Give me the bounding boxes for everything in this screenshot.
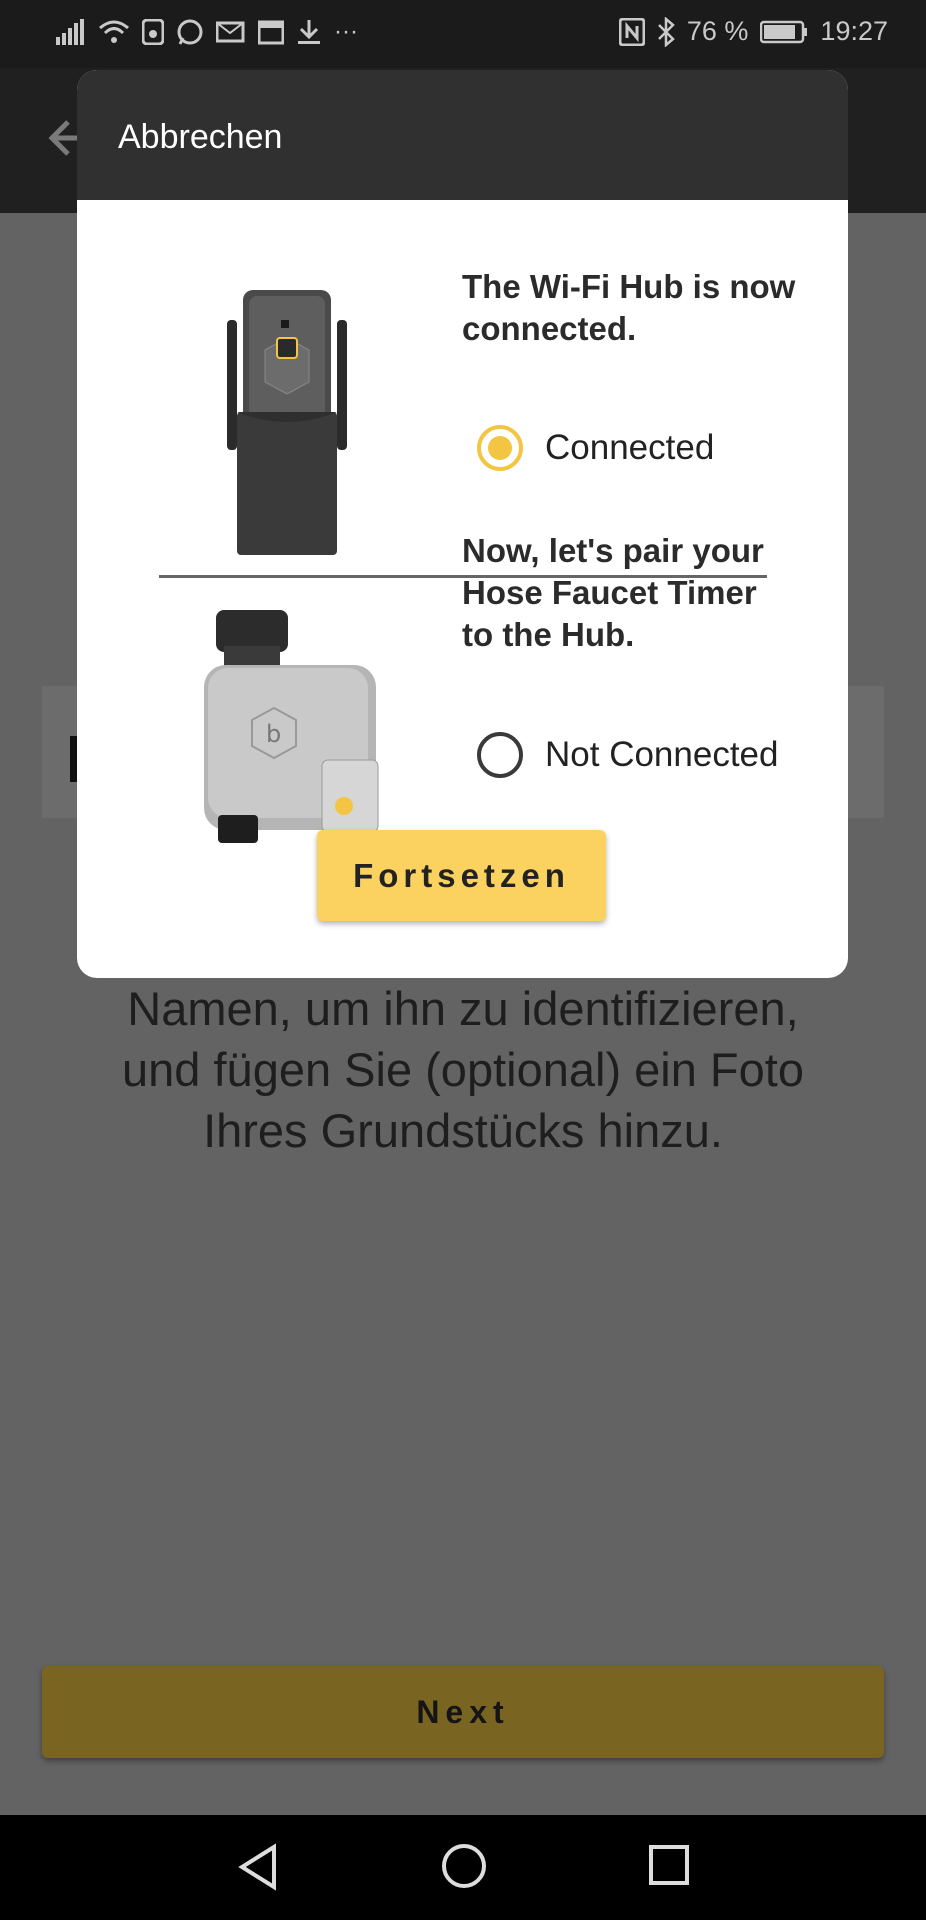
dialog-header: Abbrechen xyxy=(77,70,848,200)
cancel-button[interactable]: Abbrechen xyxy=(118,118,282,157)
battery-icon xyxy=(760,20,808,43)
timer-pair-title: Now, let's pair your Hose Faucet Timer t… xyxy=(462,530,822,656)
battery-percent: 76 % xyxy=(686,16,749,46)
timer-title-line-1: Now, let's pair your xyxy=(462,532,764,569)
status-system-icons: 76 % 19:27 xyxy=(618,16,888,47)
wifi-hub-image xyxy=(227,290,347,555)
status-bar: ··· 76 % 19:27 xyxy=(0,0,926,68)
wifi-icon xyxy=(99,20,129,43)
bluetooth-icon xyxy=(657,16,675,47)
nav-back-icon[interactable] xyxy=(236,1843,280,1891)
background-instructions: Namen, um ihn zu identifizieren, und füg… xyxy=(0,978,926,1161)
system-navigation-bar xyxy=(0,1815,926,1920)
hub-title-line-2: connected. xyxy=(462,310,637,347)
hub-status-radio xyxy=(477,425,523,471)
nav-home-icon[interactable] xyxy=(441,1843,487,1889)
timer-title-line-2: Hose Faucet Timer xyxy=(462,574,757,611)
download-icon xyxy=(298,20,320,44)
nav-recents-icon[interactable] xyxy=(649,1845,689,1885)
whatsapp-icon xyxy=(177,19,203,45)
hub-connected-title: The Wi-Fi Hub is now connected. xyxy=(462,266,822,350)
timer-status-row: Not Connected xyxy=(477,732,778,778)
svg-text:b: b xyxy=(266,720,281,748)
more-notifications-icon: ··· xyxy=(334,18,358,45)
hub-title-line-1: The Wi-Fi Hub is now xyxy=(462,268,796,305)
hose-faucet-timer-image: b xyxy=(204,610,379,843)
instructions-line-2: und fügen Sie (optional) ein Foto xyxy=(122,1043,804,1096)
hub-status-label: Connected xyxy=(545,428,715,467)
timer-status-radio xyxy=(477,732,523,778)
calendar-icon xyxy=(258,20,284,45)
signal-icon xyxy=(56,19,84,45)
next-button[interactable]: Next xyxy=(42,1666,884,1758)
dialog-body: The Wi-Fi Hub is now connected. Connecte… xyxy=(77,200,848,978)
status-notification-icons: ··· xyxy=(56,18,358,46)
continue-button[interactable]: Fortsetzen xyxy=(317,830,606,921)
timer-status-label: Not Connected xyxy=(545,735,779,774)
instructions-line-3: Ihres Grundstücks hinzu. xyxy=(203,1104,723,1157)
mail-icon xyxy=(216,21,245,43)
instructions-line-1: Namen, um ihn zu identifizieren, xyxy=(127,982,799,1035)
hub-status-row: Connected xyxy=(477,425,714,471)
timer-title-line-3: to the Hub. xyxy=(462,616,635,653)
nfc-icon xyxy=(618,17,645,46)
app-notification-icon xyxy=(142,19,164,45)
clock: 19:27 xyxy=(820,16,888,46)
pairing-dialog: Abbrechen The Wi-Fi Hub is now connected… xyxy=(77,70,848,978)
